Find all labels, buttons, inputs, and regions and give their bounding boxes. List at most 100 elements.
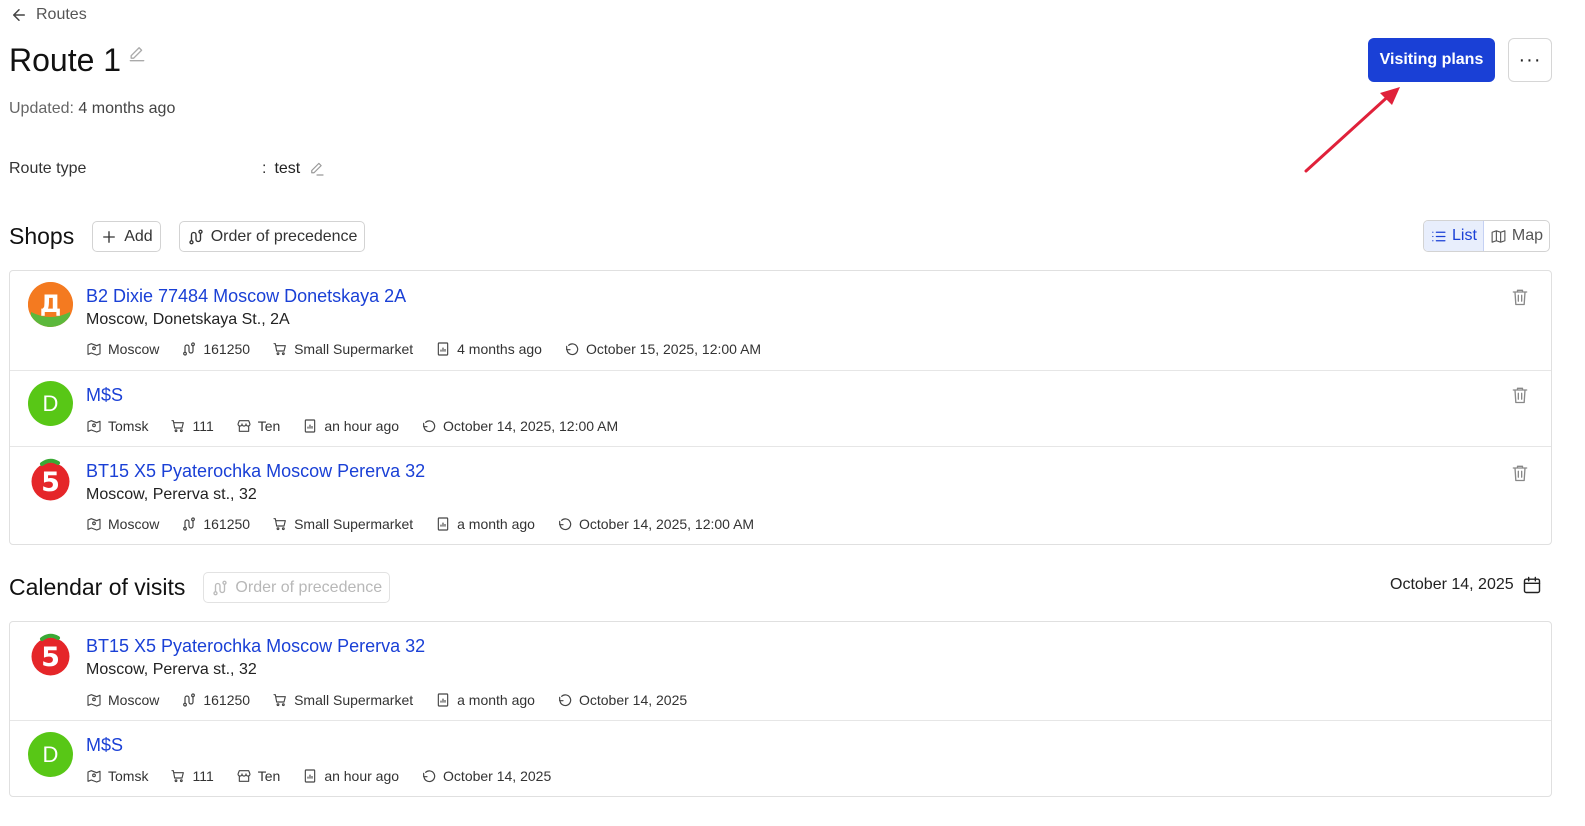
visit-name-link[interactable]: BT15 X5 Pyaterochka Moscow Pererva 32 [86, 636, 425, 657]
meta-city: Moscow [86, 516, 159, 532]
meta-visit: October 14, 2025 [557, 692, 687, 708]
meta-city: Moscow [86, 341, 159, 357]
calendar-title: Calendar of visits [9, 574, 186, 600]
route-icon [183, 693, 196, 707]
avatar: D [28, 381, 73, 426]
undo-icon [423, 420, 436, 433]
undo-icon [559, 518, 572, 531]
meta-visit: October 15, 2025, 12:00 AM [564, 341, 761, 357]
meta-code: 161250 [181, 692, 250, 708]
delete-shop-button[interactable] [1510, 385, 1530, 405]
calendar-date-picker[interactable]: October 14, 2025 [1390, 575, 1542, 595]
map-icon [1491, 229, 1506, 243]
meta-updated: an hour ago [302, 418, 399, 434]
calendar-list: 5 BT15 X5 Pyaterochka Moscow Pererva 32 … [9, 621, 1552, 797]
calendar-header: Calendar of visits Order of precedence [9, 572, 408, 603]
list-view-label: List [1452, 227, 1477, 244]
title-row: Route 1 [9, 40, 147, 80]
map-pin-icon [87, 518, 101, 531]
avatar-letter: Д [40, 290, 61, 318]
route-type-label: Route type [9, 160, 87, 177]
list-item: Д B2 Dixie 77484 Moscow Donetskaya 2A Mo… [10, 271, 1551, 371]
meta-format: Small Supermarket [272, 341, 413, 357]
shops-list: Д B2 Dixie 77484 Moscow Donetskaya 2A Mo… [9, 270, 1552, 545]
map-view-button[interactable]: Map [1484, 221, 1549, 251]
avatar-letter: 5 [41, 642, 60, 673]
visit-meta: Moscow 161250 Small Supermarket a month … [86, 692, 709, 708]
meta-segment: Ten [236, 418, 280, 434]
undo-icon [559, 694, 572, 707]
page-title: Route 1 [9, 42, 122, 78]
more-options-button[interactable]: ··· [1508, 38, 1552, 82]
report-icon [305, 769, 316, 783]
list-view-button[interactable]: List [1424, 221, 1484, 251]
visiting-plans-button[interactable]: Visiting plans [1368, 38, 1495, 82]
calendar-date-value: October 14, 2025 [1390, 576, 1514, 593]
report-icon [305, 419, 316, 433]
list-icon [1432, 231, 1446, 241]
list-item: D M$S Tomsk 111 Ten an hour ago October … [10, 721, 1551, 796]
edit-title-button[interactable] [127, 44, 147, 69]
calendar-order-button[interactable]: Order of precedence [203, 572, 391, 603]
updated-label: Updated: [9, 100, 74, 117]
plus-icon [103, 230, 116, 243]
add-shop-button[interactable]: Add [92, 221, 161, 252]
updated-info: Updated: 4 months ago [9, 100, 175, 118]
order-of-precedence-button[interactable]: Order of precedence [178, 221, 366, 252]
route-icon [213, 580, 228, 595]
shops-header: Shops Add Order of precedence [9, 221, 383, 252]
route-type-colon: : [262, 160, 267, 177]
pencil-icon [129, 47, 145, 62]
visit-meta: Tomsk 111 Ten an hour ago October 14, 20… [86, 768, 573, 784]
trash-icon [1512, 289, 1528, 306]
cart-icon [171, 420, 185, 433]
map-pin-icon [87, 694, 101, 707]
cart-icon [273, 694, 286, 707]
meta-code: 161250 [181, 341, 250, 357]
shop-address: Moscow, Donetskaya St., 2A [86, 311, 290, 328]
undo-icon [423, 770, 436, 783]
store-icon [237, 770, 251, 782]
edit-route-type-button[interactable] [308, 160, 326, 178]
store-icon [237, 420, 251, 432]
route-type-row: Route type : test [9, 160, 326, 178]
map-pin-icon [87, 420, 101, 433]
pyaterochka-logo-icon: 5 [28, 458, 73, 503]
visit-name-link[interactable]: M$S [86, 735, 123, 756]
meta-code: 161250 [181, 516, 250, 532]
visit-address: Moscow, Pererva st., 32 [86, 661, 257, 678]
meta-visit: October 14, 2025, 12:00 AM [421, 418, 618, 434]
meta-updated: a month ago [435, 516, 535, 532]
dixie-logo-icon: Д [28, 282, 73, 327]
arrow-left-icon [13, 9, 25, 21]
shop-meta: Moscow 161250 Small Supermarket 4 months… [86, 341, 783, 357]
shop-name-link[interactable]: B2 Dixie 77484 Moscow Donetskaya 2A [86, 286, 406, 307]
delete-shop-button[interactable] [1510, 463, 1530, 483]
route-icon [183, 517, 196, 531]
meta-city: Moscow [86, 692, 159, 708]
meta-updated: 4 months ago [435, 341, 542, 357]
delete-shop-button[interactable] [1510, 287, 1530, 307]
order-of-precedence-label: Order of precedence [210, 227, 358, 245]
shop-meta: Tomsk 111 Ten an hour ago October 14, 20… [86, 418, 640, 434]
meta-segment: Ten [236, 768, 280, 784]
meta-format: 111 [170, 768, 214, 784]
view-toggle: List Map [1423, 220, 1551, 252]
route-icon [183, 342, 196, 356]
map-pin-icon [87, 343, 101, 356]
calendar-order-label: Order of precedence [235, 578, 383, 596]
shop-address: Moscow, Pererva st., 32 [86, 486, 257, 503]
report-icon [437, 693, 449, 707]
back-link[interactable]: Routes [10, 6, 87, 24]
calendar-icon [1523, 576, 1540, 594]
trash-icon [1512, 387, 1528, 404]
route-type-value: test [274, 160, 301, 177]
shops-title: Shops [9, 223, 75, 249]
cart-icon [273, 518, 286, 531]
list-item: 5 BT15 X5 Pyaterochka Moscow Pererva 32 … [10, 622, 1551, 721]
updated-value: 4 months ago [78, 100, 176, 117]
shop-name-link[interactable]: BT15 X5 Pyaterochka Moscow Pererva 32 [86, 461, 425, 482]
report-icon [437, 342, 449, 356]
shop-name-link[interactable]: M$S [86, 385, 123, 406]
meta-updated: an hour ago [302, 768, 399, 784]
